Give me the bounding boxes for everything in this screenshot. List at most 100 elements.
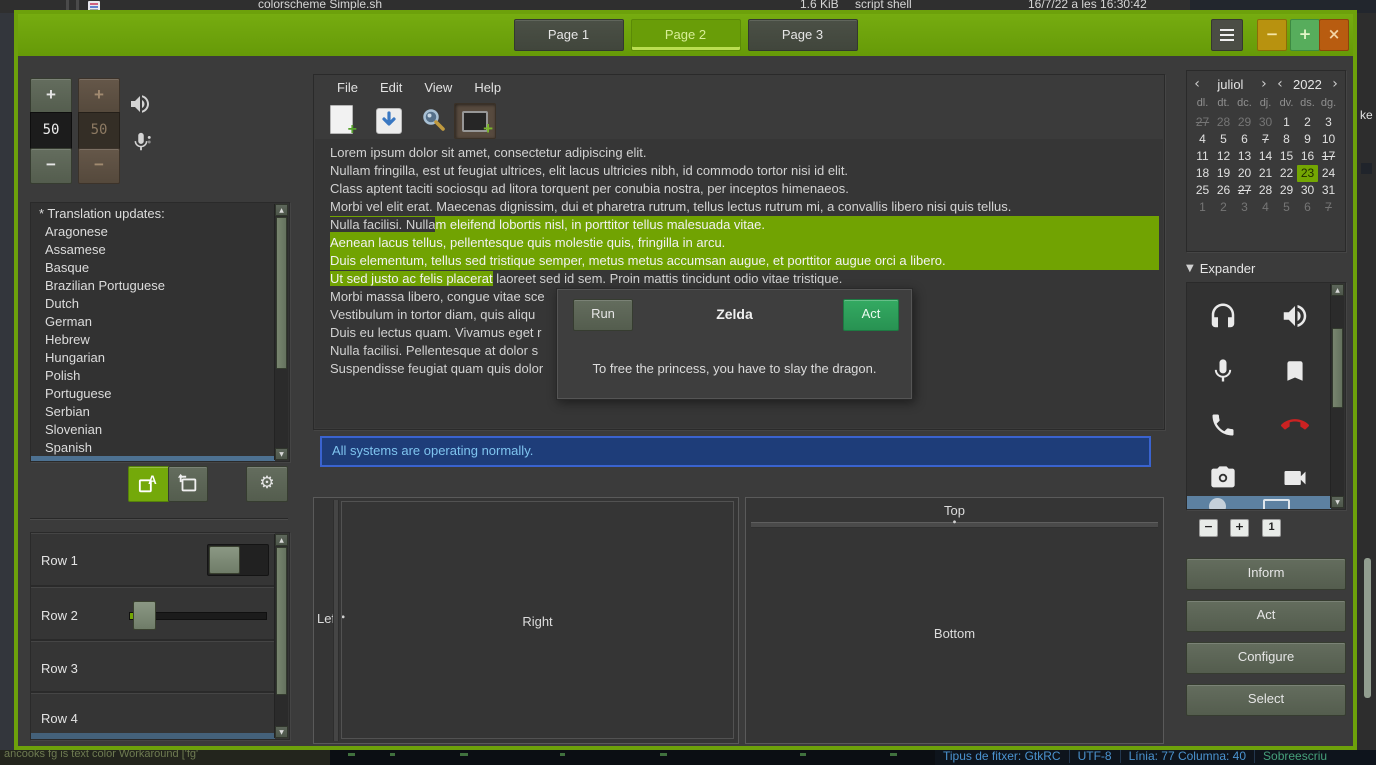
menu-edit[interactable]: Edit [369, 75, 413, 101]
language-item[interactable]: Portuguese [31, 385, 275, 403]
spin-down-button[interactable]: − [30, 148, 72, 184]
zoom-reset-button[interactable]: 1 [1262, 519, 1281, 537]
calendar-day[interactable]: 25 [1192, 182, 1213, 199]
tab-page-2[interactable]: Page 2 [631, 19, 741, 51]
zoom-out-button[interactable]: − [1199, 519, 1218, 537]
language-item[interactable]: Brazilian Portuguese [31, 277, 275, 295]
calendar-day[interactable]: 21 [1255, 165, 1276, 182]
translation-list-scrollbar[interactable]: ▲ ▼ [274, 204, 288, 460]
calendar-day[interactable]: 4 [1192, 131, 1213, 148]
calendar-day[interactable]: 26 [1213, 182, 1234, 199]
scrollbar-thumb[interactable] [276, 547, 287, 695]
calendar-day[interactable]: 27 [1192, 114, 1213, 131]
act-button[interactable]: Act [843, 299, 899, 331]
calendar-day[interactable]: 18 [1192, 165, 1213, 182]
calendar-day[interactable]: 19 [1213, 165, 1234, 182]
language-item[interactable]: Polish [31, 367, 275, 385]
save-download-button[interactable] [376, 108, 402, 134]
calendar-day[interactable]: 17 [1318, 148, 1339, 165]
calendar-day[interactable]: 3 [1234, 199, 1255, 216]
calendar-day[interactable]: 22 [1276, 165, 1297, 182]
scrollbar-thumb[interactable] [1332, 328, 1343, 408]
next-year-icon[interactable]: › [1327, 76, 1343, 92]
next-month-icon[interactable]: › [1256, 76, 1272, 92]
calendar-day[interactable]: 7 [1318, 199, 1339, 216]
tab-page-1[interactable]: Page 1 [514, 19, 624, 51]
menu-view[interactable]: View [413, 75, 463, 101]
calendar-day[interactable]: 30 [1297, 182, 1318, 199]
list-row-3[interactable]: Row 3 [31, 641, 275, 693]
menu-help[interactable]: Help [463, 75, 512, 101]
translation-list[interactable]: * Translation updates:AragoneseAssameseB… [30, 202, 290, 462]
expander[interactable]: ▼ Expander [1186, 258, 1255, 278]
select-button[interactable]: Select [1186, 684, 1346, 716]
maximize-button[interactable]: + [1290, 19, 1320, 51]
search-button[interactable] [420, 107, 446, 138]
calendar-day[interactable]: 1 [1192, 199, 1213, 216]
prev-year-icon[interactable]: ‹ [1272, 76, 1288, 92]
language-item[interactable]: Aragonese [31, 223, 275, 241]
calendar-day[interactable]: 13 [1234, 148, 1255, 165]
inform-button[interactable]: Inform [1186, 558, 1346, 590]
scroll-up-icon[interactable]: ▲ [275, 204, 288, 216]
infobar[interactable]: All systems are operating normally. [320, 436, 1151, 467]
toggle-switch[interactable] [207, 544, 269, 576]
rows-listbox[interactable]: Row 1 Row 2 Row 3 Row 4 ▲ ▼ [30, 532, 290, 740]
microphone-icon[interactable] [1209, 356, 1237, 391]
calendar-day[interactable]: 2 [1213, 199, 1234, 216]
phone-icon[interactable] [1209, 411, 1237, 444]
calendar-day[interactable]: 3 [1318, 114, 1339, 131]
calendar-day[interactable]: 6 [1297, 199, 1318, 216]
translate-toggle-button[interactable]: A [128, 466, 170, 502]
calendar-day[interactable]: 29 [1234, 114, 1255, 131]
list-row-1[interactable]: Row 1 [31, 533, 275, 587]
titlebar[interactable]: Page 1 Page 2 Page 3 − + × [18, 14, 1353, 56]
calendar-day[interactable]: 10 [1318, 131, 1339, 148]
calendar-day[interactable]: 16 [1297, 148, 1318, 165]
scroll-down-icon[interactable]: ▼ [275, 448, 288, 460]
calendar-day[interactable]: 27 [1234, 182, 1255, 199]
calendar-day[interactable]: 24 [1318, 165, 1339, 182]
videocam-icon[interactable] [1279, 464, 1311, 497]
calendar-day[interactable]: 28 [1255, 182, 1276, 199]
language-item[interactable]: German [31, 313, 275, 331]
switch-knob[interactable] [209, 546, 240, 574]
calendar-day[interactable]: 11 [1192, 148, 1213, 165]
zoom-in-button[interactable]: + [1230, 519, 1249, 537]
spin-entry[interactable]: 50 [30, 112, 72, 150]
language-item[interactable]: Hungarian [31, 349, 275, 367]
language-item[interactable]: Dutch [31, 295, 275, 313]
language-item[interactable]: Assamese [31, 241, 275, 259]
menu-file[interactable]: File [326, 75, 369, 101]
tab-page-3[interactable]: Page 3 [748, 19, 858, 51]
calendar-day[interactable]: 31 [1318, 182, 1339, 199]
settings-button[interactable]: ⚙ [246, 466, 288, 502]
paned-handle-vertical[interactable] [333, 500, 339, 741]
slider-handle[interactable] [133, 601, 156, 630]
calendar-day[interactable]: 7 [1255, 131, 1276, 148]
spin-up-button[interactable]: + [30, 78, 72, 114]
minimize-button[interactable]: − [1257, 19, 1287, 51]
calendar-day[interactable]: 20 [1234, 165, 1255, 182]
rows-scrollbar[interactable]: ▲ ▼ [274, 534, 288, 738]
new-document-button[interactable]: + [330, 105, 353, 134]
language-item[interactable]: Hebrew [31, 331, 275, 349]
headphones-icon[interactable] [1208, 301, 1238, 336]
scroll-down-icon[interactable]: ▼ [1331, 496, 1344, 508]
volume-icon[interactable] [1279, 301, 1311, 336]
calendar-day[interactable]: 1 [1276, 114, 1297, 131]
calendar-day[interactable]: 9 [1297, 131, 1318, 148]
calendar-day[interactable]: 15 [1276, 148, 1297, 165]
configure-button[interactable]: Configure [1186, 642, 1346, 674]
fullscreen-toggle-button[interactable]: + [454, 103, 496, 139]
calendar-day[interactable]: 4 [1255, 199, 1276, 216]
prev-month-icon[interactable]: ‹ [1189, 76, 1205, 92]
language-item[interactable]: Spanish [31, 439, 275, 457]
calendar-day[interactable]: 29 [1276, 182, 1297, 199]
scrollbar-thumb[interactable] [276, 217, 287, 369]
scroll-up-icon[interactable]: ▲ [275, 534, 288, 546]
language-item[interactable]: Serbian [31, 403, 275, 421]
bookmark-icon[interactable] [1282, 356, 1308, 391]
scroll-up-icon[interactable]: ▲ [1331, 284, 1344, 296]
list-row-2[interactable]: Row 2 [31, 587, 275, 641]
